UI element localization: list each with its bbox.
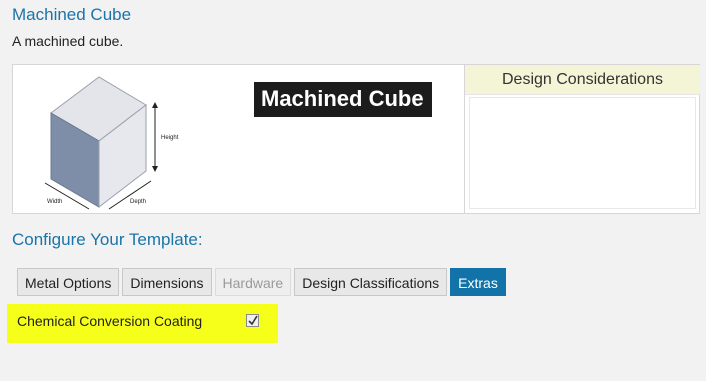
cube-diagram: Height Width Depth Machined Cube — [13, 65, 463, 213]
checkmark-icon — [248, 315, 258, 326]
chemical-conversion-coating-label: Chemical Conversion Coating — [17, 313, 203, 329]
configure-heading: Configure Your Template: — [12, 230, 203, 249]
chemical-conversion-coating-option: Chemical Conversion Coating — [7, 304, 278, 343]
tab-hardware: Hardware — [214, 268, 292, 296]
tab-dimensions[interactable]: Dimensions — [122, 268, 212, 296]
template-banner: Machined Cube — [254, 82, 432, 117]
design-considerations-content — [469, 97, 696, 209]
chemical-conversion-coating-checkbox[interactable] — [246, 314, 259, 327]
configure-tabs: Metal Options Dimensions Hardware Design… — [17, 268, 506, 296]
cube-drawing: Height Width Depth — [44, 76, 179, 210]
template-preview: Height Width Depth Machined Cube Design … — [12, 64, 700, 214]
depth-label: Depth — [130, 199, 146, 205]
tab-metal-options[interactable]: Metal Options — [17, 268, 120, 296]
template-description: A machined cube. — [12, 33, 124, 49]
tab-design-classifications[interactable]: Design Classifications — [294, 268, 448, 296]
template-title: Machined Cube — [12, 5, 132, 24]
width-label: Width — [47, 199, 62, 205]
design-considerations-header: Design Considerations — [465, 65, 700, 95]
tab-extras[interactable]: Extras — [450, 268, 506, 296]
height-label: Height — [161, 135, 179, 141]
design-considerations-panel: Design Considerations — [464, 65, 700, 213]
